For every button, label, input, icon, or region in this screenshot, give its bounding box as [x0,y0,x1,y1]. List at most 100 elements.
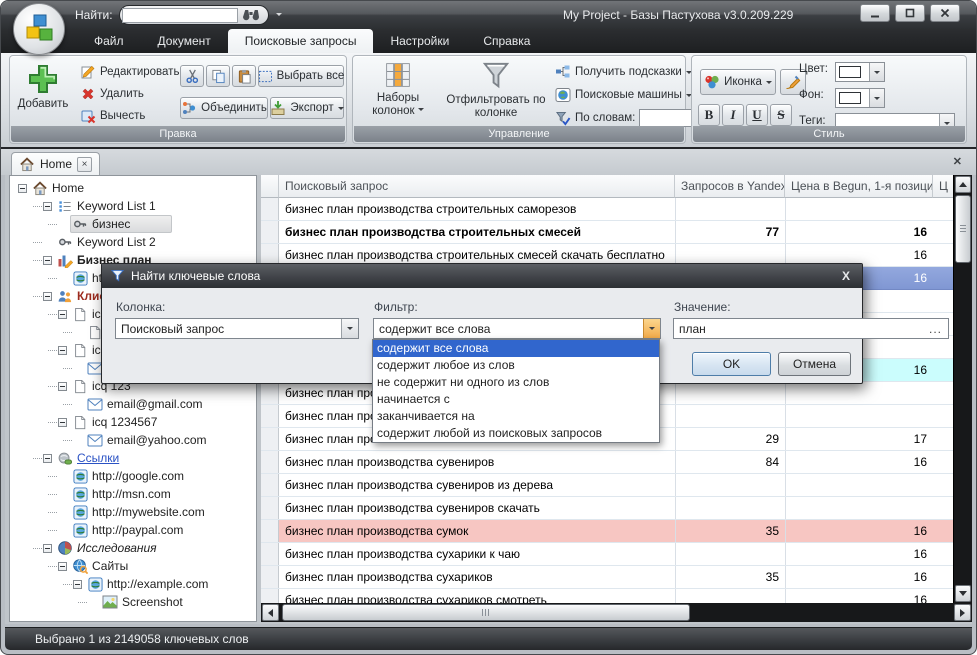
tree-item[interactable]: http://example.com [10,575,256,593]
delete-button[interactable]: Удалить [80,84,144,104]
filter-option[interactable]: содержит любое из слов [373,357,659,374]
filter-option[interactable]: не содержит ни одного из слов [373,374,659,391]
filter-combo-chevron-icon[interactable] [643,319,660,338]
close-button[interactable] [930,4,960,22]
filter-combobox[interactable]: содержит все слова [373,318,661,339]
tree-expander[interactable] [43,292,52,301]
background-chevron-icon[interactable] [869,89,884,107]
tab-close-icon[interactable]: × [77,157,92,172]
vertical-scroll-thumb[interactable] [955,195,971,263]
copy-button[interactable] [206,65,230,87]
column-combo-chevron-icon[interactable] [341,319,358,338]
dialog-titlebar[interactable]: Найти ключевые слова X [102,264,862,288]
select-all-button[interactable]: Выбрать все [258,65,344,87]
subtract-button[interactable]: Вычесть [80,106,145,126]
table-row[interactable]: бизнес план производства сухарики к чаю1… [261,543,972,566]
filter-by-column-button[interactable]: Отфильтровать по колонке [441,59,551,131]
tree-item[interactable]: Исследования [10,539,256,557]
paste-button[interactable] [232,65,256,87]
value-ellipsis-button[interactable]: ... [923,322,948,336]
scroll-down-button[interactable] [955,585,971,602]
table-row[interactable]: бизнес план производства сувениров скача… [261,497,972,520]
tree-item[interactable]: email@gmail.com [10,395,256,413]
tree-item[interactable]: http://google.com [10,467,256,485]
tree-item[interactable]: бизнес [10,215,256,233]
color-picker[interactable] [835,62,885,82]
color-chevron-icon[interactable] [869,63,884,81]
tree-expander[interactable] [58,346,67,355]
vertical-scrollbar[interactable] [953,175,972,603]
restore-button[interactable] [895,4,925,22]
tree-item[interactable]: Home [10,179,256,197]
tree-expander[interactable] [43,454,52,463]
tree-expander[interactable] [43,202,52,211]
icon-picker-button[interactable]: Иконка [700,69,776,95]
tree-expander[interactable] [58,562,67,571]
column-header[interactable]: Поисковый запрос [279,175,675,198]
column-combobox[interactable]: Поисковый запрос [115,318,359,339]
ribbon-tab-2[interactable]: Документ [141,29,228,53]
tree-expander[interactable] [58,418,67,427]
table-row[interactable]: бизнес план производства строительных са… [261,198,972,221]
tree-expander[interactable] [43,256,52,265]
ribbon-tab-1[interactable]: Файл [77,29,141,53]
bold-button[interactable]: B [698,104,720,126]
tree-expander[interactable] [58,382,67,391]
filter-option[interactable]: содержит все слова [373,340,659,357]
app-menu-button[interactable] [13,3,65,55]
table-row[interactable]: бизнес план производства сухариков3516 [261,566,972,589]
edit-button[interactable]: Редактировать [80,62,179,82]
merge-button[interactable]: Объединить [180,97,268,119]
cut-button[interactable] [180,65,204,87]
tree-item[interactable]: http://mywebsite.com [10,503,256,521]
search-input[interactable] [122,8,238,23]
tree-expander[interactable] [18,184,27,193]
export-button[interactable]: Экспорт [270,97,344,119]
tree-item[interactable]: Keyword List 2 [10,233,256,251]
tree-item[interactable]: email@yahoo.com [10,431,256,449]
filter-option[interactable]: содержит любой из поисковых запросов [373,425,659,442]
filter-option[interactable]: заканчивается на [373,408,659,425]
tree-item[interactable]: icq 1234567 [10,413,256,431]
column-sets-button[interactable]: Наборы колонок [361,59,435,131]
dialog-close-icon[interactable]: X [838,269,854,283]
minimize-button[interactable] [860,4,890,22]
ribbon-tab-3[interactable]: Поисковые запросы [228,29,374,53]
tree-item[interactable]: Сайты [10,557,256,575]
horizontal-scroll-thumb[interactable] [282,604,690,621]
scroll-up-button[interactable] [955,176,971,193]
table-row[interactable]: бизнес план производства строительных см… [261,221,972,244]
table-row[interactable]: бизнес план производства сувениров из де… [261,474,972,497]
column-header[interactable]: Цена в Begun, 1-я позиция [785,175,933,198]
search-engines-button[interactable]: Поисковые машины [555,85,692,105]
underline-button[interactable]: U [746,104,768,126]
tree-expander[interactable] [73,580,82,589]
italic-button[interactable]: I [722,104,744,126]
column-header[interactable]: Запросов в Yandex [675,175,785,198]
table-row[interactable]: бизнес план производства сумок3516 [261,520,972,543]
tree-expander[interactable] [58,310,67,319]
value-field[interactable]: план ... [673,318,949,339]
table-row[interactable]: бизнес план производства сувениров8416 [261,451,972,474]
ribbon-tab-5[interactable]: Справка [466,29,547,53]
horizontal-scrollbar[interactable] [261,603,972,622]
background-picker[interactable] [835,88,885,108]
tree-item[interactable]: http://paypal.com [10,521,256,539]
tree-expander[interactable] [43,544,52,553]
tree-item[interactable]: Keyword List 1 [10,197,256,215]
binoculars-icon[interactable] [238,7,264,23]
tree-item[interactable]: Screenshot [10,593,256,611]
ribbon-tab-4[interactable]: Настройки [373,29,466,53]
add-button[interactable]: Добавить [12,59,74,131]
tab-home[interactable]: Home × [11,152,100,175]
search-options-chevron-icon[interactable] [276,8,282,22]
cancel-button[interactable]: Отмена [778,352,851,376]
close-pane-icon[interactable]: ✕ [953,155,962,168]
filter-option[interactable]: начинается с [373,391,659,408]
get-hints-button[interactable]: Получить подсказки [555,62,692,82]
ok-button[interactable]: OK [692,352,771,376]
strikethrough-button[interactable]: S [770,104,792,126]
tree-item[interactable]: http://msn.com [10,485,256,503]
tree-item[interactable]: Ссылки [10,449,256,467]
scroll-right-button[interactable] [954,604,971,621]
